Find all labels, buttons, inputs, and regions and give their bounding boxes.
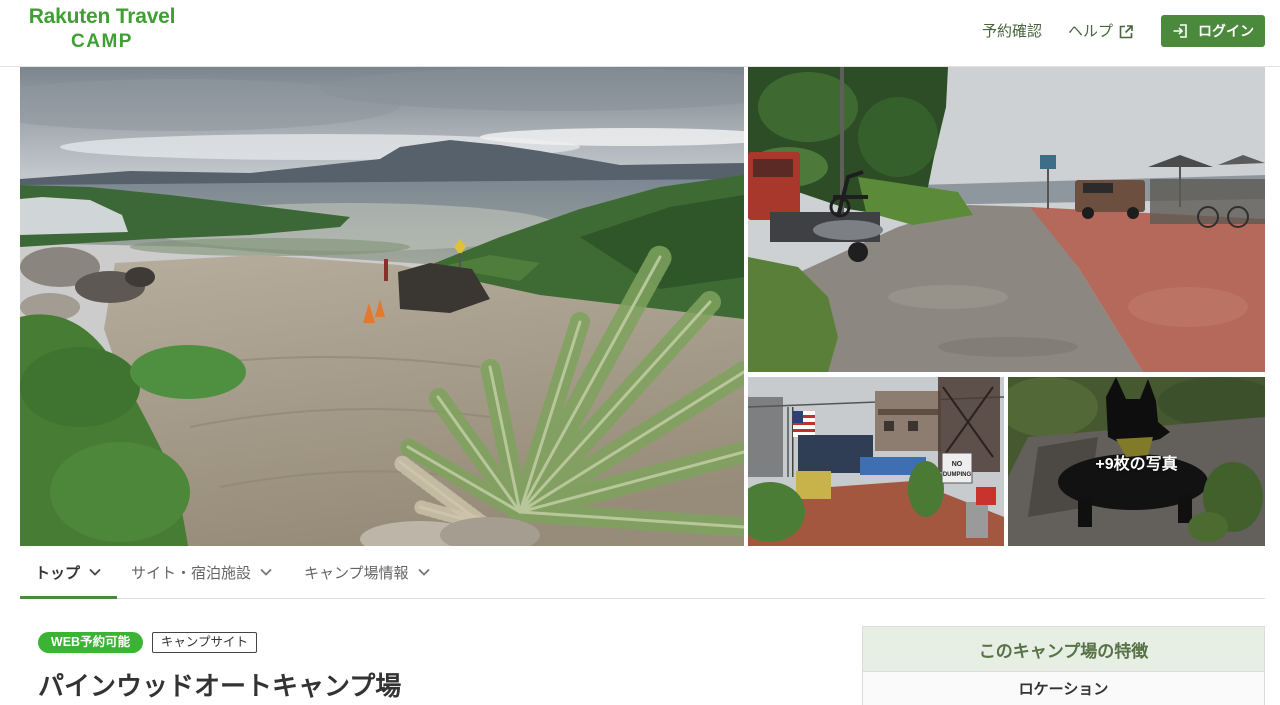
campsite-road-image	[748, 67, 1265, 372]
external-link-icon	[1119, 25, 1133, 39]
tab-campground-info[interactable]: キャンプ場情報	[290, 546, 465, 598]
sign-text-line-2: DUMPING	[943, 472, 972, 478]
chevron-down-icon	[417, 568, 430, 576]
help-link[interactable]: ヘルプ	[1068, 22, 1134, 42]
gallery-main-photo[interactable]	[20, 67, 744, 546]
red-jeep	[748, 152, 800, 220]
gallery-photo-buildings[interactable]: NO DUMPING	[748, 377, 1004, 546]
login-button[interactable]: ログイン	[1161, 15, 1265, 47]
no-dumping-sign: NO DUMPING	[941, 452, 973, 484]
site-logo[interactable]: Rakuten Travel CAMP	[27, 5, 177, 53]
tab-sites-facilities-label: サイト・宿泊施設	[131, 564, 252, 582]
more-photos-label[interactable]: +9枚の写真	[1008, 377, 1265, 546]
mountain-view-image	[20, 67, 744, 546]
feature-row-location: ロケーション	[863, 671, 1264, 705]
reservation-check-label: 予約確認	[982, 23, 1043, 40]
logo-line-2: CAMP	[71, 31, 133, 52]
reservation-check-link[interactable]: 予約確認	[982, 22, 1042, 42]
gallery-photo-road[interactable]	[748, 67, 1265, 372]
tab-top-label: トップ	[35, 564, 81, 582]
site-header: Rakuten Travel CAMP 予約確認 ヘルプ ログイン	[0, 0, 1280, 67]
steps	[796, 471, 831, 499]
category-tag: キャンプサイト	[152, 632, 257, 653]
logo-line-1: Rakuten Travel	[28, 5, 176, 28]
web-booking-badge: WEB予約可能	[38, 632, 143, 653]
tab-campground-info-label: キャンプ場情報	[304, 564, 409, 582]
features-heading: このキャンプ場の特徴	[863, 627, 1264, 671]
gallery-more-photos[interactable]: +9枚の写真	[1008, 377, 1265, 546]
listing-badges: WEB予約可能 キャンプサイト	[38, 632, 257, 653]
page-title: パインウッドオートキャンプ場	[38, 671, 402, 701]
tab-top[interactable]: トップ	[20, 546, 117, 599]
tab-sites-facilities[interactable]: サイト・宿泊施設	[117, 546, 290, 598]
sign-text-line-1: NO	[952, 461, 963, 468]
login-icon	[1173, 24, 1187, 38]
features-panel: このキャンプ場の特徴 ロケーション	[862, 626, 1265, 705]
camp-buildings-image: NO DUMPING	[748, 377, 1004, 546]
section-tabs: トップ サイト・宿泊施設 キャンプ場情報	[20, 546, 1265, 599]
help-label: ヘルプ	[1068, 23, 1114, 40]
chevron-down-icon	[260, 568, 272, 576]
chevron-down-icon	[89, 568, 101, 576]
login-label: ログイン	[1198, 23, 1254, 39]
